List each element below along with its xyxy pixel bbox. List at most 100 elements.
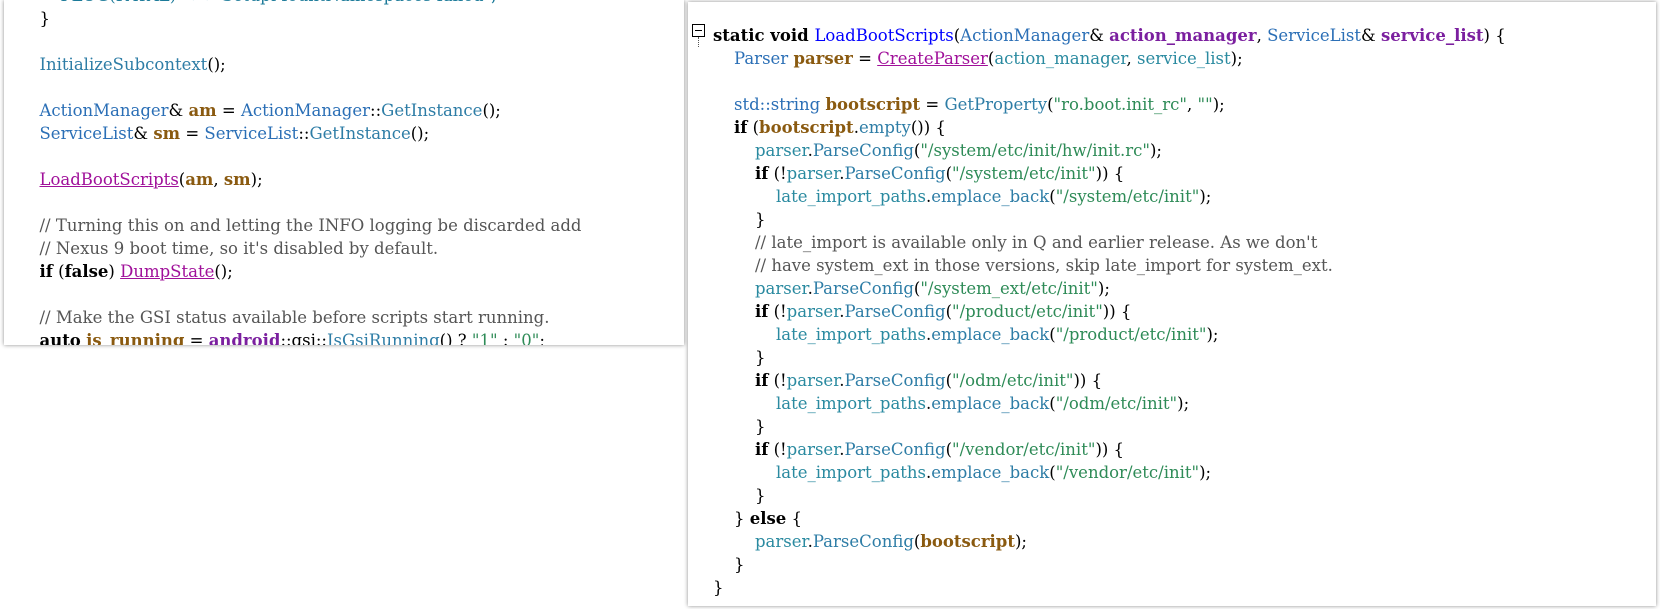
code-token: is_running	[86, 331, 185, 345]
code-token: );	[1206, 325, 1219, 344]
code-token: if	[733, 118, 748, 137]
code-line: Parser parser = CreateParser(action_mana…	[713, 47, 1506, 70]
code-token: ()) {	[910, 118, 946, 137]
code-token: std::string	[733, 95, 821, 114]
code-token: "/system/etc/init/hw/init.rc"	[920, 141, 1150, 160]
code-token: "0"	[513, 331, 540, 345]
code-token: late_import_paths	[775, 325, 927, 344]
code-token: static void	[713, 26, 815, 45]
code-token: ,	[213, 170, 224, 189]
code-token: );	[1199, 187, 1212, 206]
code-token: "/odm/etc/init"	[1055, 394, 1178, 413]
code-line: if (!parser.ParseConfig("/vendor/etc/ini…	[713, 438, 1506, 461]
code-token: late_import_paths	[775, 394, 927, 413]
code-line: parser.ParseConfig("/system/etc/init/hw/…	[713, 139, 1506, 162]
code-line: }	[713, 484, 1506, 507]
code-token: }	[754, 348, 766, 367]
code-token: ,	[1256, 26, 1268, 45]
code-token: emplace_back	[931, 463, 1050, 482]
code-token: android	[208, 331, 281, 345]
code-token: ,	[1187, 95, 1198, 114]
code-token: // Nexus 9 boot time, so it's disabled b…	[39, 239, 439, 258]
code-line: // Turning this on and letting the INFO …	[29, 214, 582, 237]
code-token: else	[749, 509, 787, 528]
code-token: late_import_paths	[775, 463, 927, 482]
code-token: sm	[153, 124, 181, 143]
code-token: // have system_ext in those versions, sk…	[754, 256, 1333, 275]
code-token: service_list	[1137, 49, 1231, 68]
code-line: late_import_paths.emplace_back("/odm/etc…	[713, 392, 1506, 415]
code-token: =	[184, 331, 209, 345]
code-token: "/system_ext/etc/init"	[920, 279, 1098, 298]
code-snippet-panel-right: static void LoadBootScripts (ActionManage…	[688, 2, 1656, 606]
code-token: service_list	[1380, 26, 1484, 45]
code-token: LoadBootScripts	[814, 26, 954, 45]
code-token: &	[1089, 26, 1110, 45]
code-token: bootscript	[920, 532, 1015, 551]
code-token: bootscript	[825, 95, 921, 114]
code-token: IsGsiRunning	[326, 331, 440, 345]
code-token: false	[64, 262, 109, 281]
code-token: )	[108, 262, 121, 281]
code-token: parser	[786, 302, 840, 321]
code-token: }	[754, 417, 766, 436]
code-token: ,	[1126, 49, 1137, 68]
code-token: ActionManager	[39, 101, 169, 120]
code-token: () ?	[439, 331, 472, 345]
code-token: (!	[768, 440, 787, 459]
code-token: (!	[768, 164, 787, 183]
code-line: PLOG(FATAL) << "SetupMountNamespaces fai…	[29, 0, 582, 7]
code-token: // Make the GSI status available before …	[39, 308, 550, 327]
code-token: ;	[539, 331, 545, 345]
code-token: if	[754, 302, 769, 321]
code-token: sm	[223, 170, 251, 189]
code-token: // Turning this on and letting the INFO …	[39, 216, 582, 235]
code-token: "/system/etc/init"	[952, 164, 1096, 183]
code-line: // Nexus 9 boot time, so it's disabled b…	[29, 237, 582, 260]
code-token: }	[754, 210, 766, 229]
code-line: }	[713, 576, 1506, 599]
code-token: );	[1097, 279, 1110, 298]
code-token: )) {	[1073, 371, 1103, 390]
code-token: parser	[754, 279, 808, 298]
code-token: ();	[207, 55, 226, 74]
code-line: late_import_paths.emplace_back("/product…	[713, 323, 1506, 346]
code-token: am	[188, 101, 217, 120]
code-token: // late_import is available only in Q an…	[754, 233, 1318, 252]
code-token: GetProperty	[944, 95, 1048, 114]
code-token: ""	[1197, 95, 1213, 114]
code-token: :	[497, 331, 514, 345]
code-token: (!	[768, 302, 787, 321]
code-token: "/vendor/etc/init"	[952, 440, 1096, 459]
code-line: ServiceList& sm = ServiceList::GetInstan…	[29, 122, 582, 145]
code-token: )) {	[1102, 302, 1132, 321]
code-token: );	[1199, 463, 1212, 482]
code-token: );	[1230, 49, 1243, 68]
code-token: (	[747, 118, 760, 137]
code-token: (	[52, 262, 65, 281]
code-line: if (bootscript.empty()) {	[713, 116, 1506, 139]
code-token: InitializeSubcontext	[39, 55, 208, 74]
code-line: }	[713, 415, 1506, 438]
code-token: ServiceList	[204, 124, 299, 143]
code-line: parser.ParseConfig(bootscript);	[713, 530, 1506, 553]
code-token: GetInstance	[309, 124, 411, 143]
code-line: if (!parser.ParseConfig("/product/etc/in…	[713, 300, 1506, 323]
code-line: // Make the GSI status available before …	[29, 306, 582, 329]
code-token: )) {	[1095, 440, 1125, 459]
code-token: ) {	[1483, 26, 1506, 45]
code-line: late_import_paths.emplace_back("/system/…	[713, 185, 1506, 208]
code-line: // late_import is available only in Q an…	[713, 231, 1506, 254]
code-token: "/product/etc/init"	[952, 302, 1103, 321]
